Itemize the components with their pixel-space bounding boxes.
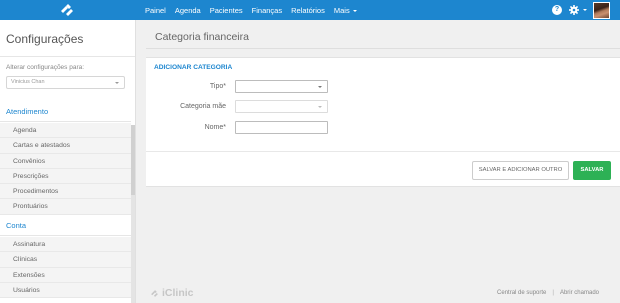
sidebar-item-cartas-atestados[interactable]: Cartas e atestados — [0, 138, 131, 154]
nav-agenda[interactable]: Agenda — [175, 6, 201, 15]
sidebar-item-clinicas[interactable]: Clínicas — [0, 252, 131, 268]
top-navbar: Painel Agenda Pacientes Finanças Relatór… — [0, 0, 620, 20]
user-select-value: Vinicius Chan — [11, 79, 45, 85]
settings-chevron-down-icon[interactable] — [583, 9, 587, 11]
nav-relatorios[interactable]: Relatórios — [291, 6, 325, 15]
top-right-tools: ? — [552, 0, 610, 20]
tipo-select[interactable] — [235, 80, 328, 93]
sidebar-title: Configurações — [6, 32, 84, 46]
save-button[interactable]: SALVAR — [573, 161, 611, 180]
open-ticket-link[interactable]: Abrir chamado — [560, 290, 599, 296]
sidebar-item-assinatura[interactable]: Assinatura — [0, 237, 131, 253]
sidebar-item-prescricoes[interactable]: Prescrições — [0, 169, 131, 185]
sidebar-scrollbar-thumb[interactable] — [131, 125, 135, 195]
add-category-form: ADICIONAR CATEGORIA Tipo* Categoria mãe … — [146, 57, 620, 187]
categoria-mae-label: Categoria mãe — [180, 103, 226, 110]
settings-sidebar: Configurações Alterar configurações para… — [0, 20, 136, 303]
title-divider — [146, 48, 620, 49]
form-footer-divider — [146, 151, 620, 152]
nav-mais-label: Mais — [333, 5, 350, 15]
nome-input[interactable] — [235, 121, 328, 134]
gear-icon[interactable] — [569, 5, 579, 15]
chevron-down-icon — [115, 81, 119, 84]
sidebar-item-procedimentos[interactable]: Procedimentos — [0, 184, 131, 200]
alter-settings-label: Alterar configurações para: — [6, 64, 85, 71]
nav-financas[interactable]: Finanças — [252, 6, 282, 15]
sidebar-item-extensoes[interactable]: Extensões — [0, 268, 131, 283]
avatar[interactable] — [593, 1, 610, 19]
sidebar-item-agenda[interactable]: Agenda — [0, 123, 131, 139]
footer-separator: | — [552, 290, 554, 296]
sidebar-list-conta: Assinatura Clínicas Extensões Usuários — [0, 237, 131, 299]
page-title: Categoria financeira — [155, 31, 249, 43]
sidebar-section-atendimento[interactable]: Atendimento — [0, 102, 131, 122]
footer-links: Central de suporte | Abrir chamado — [497, 290, 599, 296]
sidebar-item-convenios[interactable]: Convênios — [0, 154, 131, 169]
iclinic-footer-logo-icon — [151, 289, 158, 297]
user-select[interactable]: Vinicius Chan — [6, 76, 125, 89]
sidebar-divider — [0, 56, 135, 57]
save-and-add-another-button[interactable]: SALVAR E ADICIONAR OUTRO — [472, 161, 569, 180]
nav-painel[interactable]: Painel — [145, 6, 166, 15]
help-icon[interactable]: ? — [552, 5, 562, 15]
main-nav: Painel Agenda Pacientes Finanças Relatór… — [140, 0, 366, 20]
form-heading: ADICIONAR CATEGORIA — [154, 64, 233, 71]
footer-brand: iClinic — [150, 287, 194, 299]
sidebar-list-atendimento: Agenda Cartas e atestados Convênios Pres… — [0, 123, 131, 215]
chevron-down-icon — [318, 85, 322, 88]
iclinic-logo-icon[interactable] — [59, 2, 75, 18]
chevron-down-icon — [318, 105, 322, 108]
support-center-link[interactable]: Central de suporte — [497, 290, 546, 296]
chevron-down-icon — [352, 9, 357, 12]
categoria-mae-select[interactable] — [235, 100, 328, 113]
sidebar-item-prontuarios[interactable]: Prontuários — [0, 199, 131, 215]
nome-label: Nome* — [204, 124, 226, 131]
sidebar-section-conta[interactable]: Conta — [0, 216, 131, 236]
sidebar-item-usuarios[interactable]: Usuários — [0, 283, 131, 299]
tipo-label: Tipo* — [209, 83, 226, 90]
footer-brand-name: iClinic — [162, 287, 194, 299]
nav-pacientes[interactable]: Pacientes — [210, 6, 243, 15]
nav-mais[interactable]: Mais — [334, 6, 357, 15]
